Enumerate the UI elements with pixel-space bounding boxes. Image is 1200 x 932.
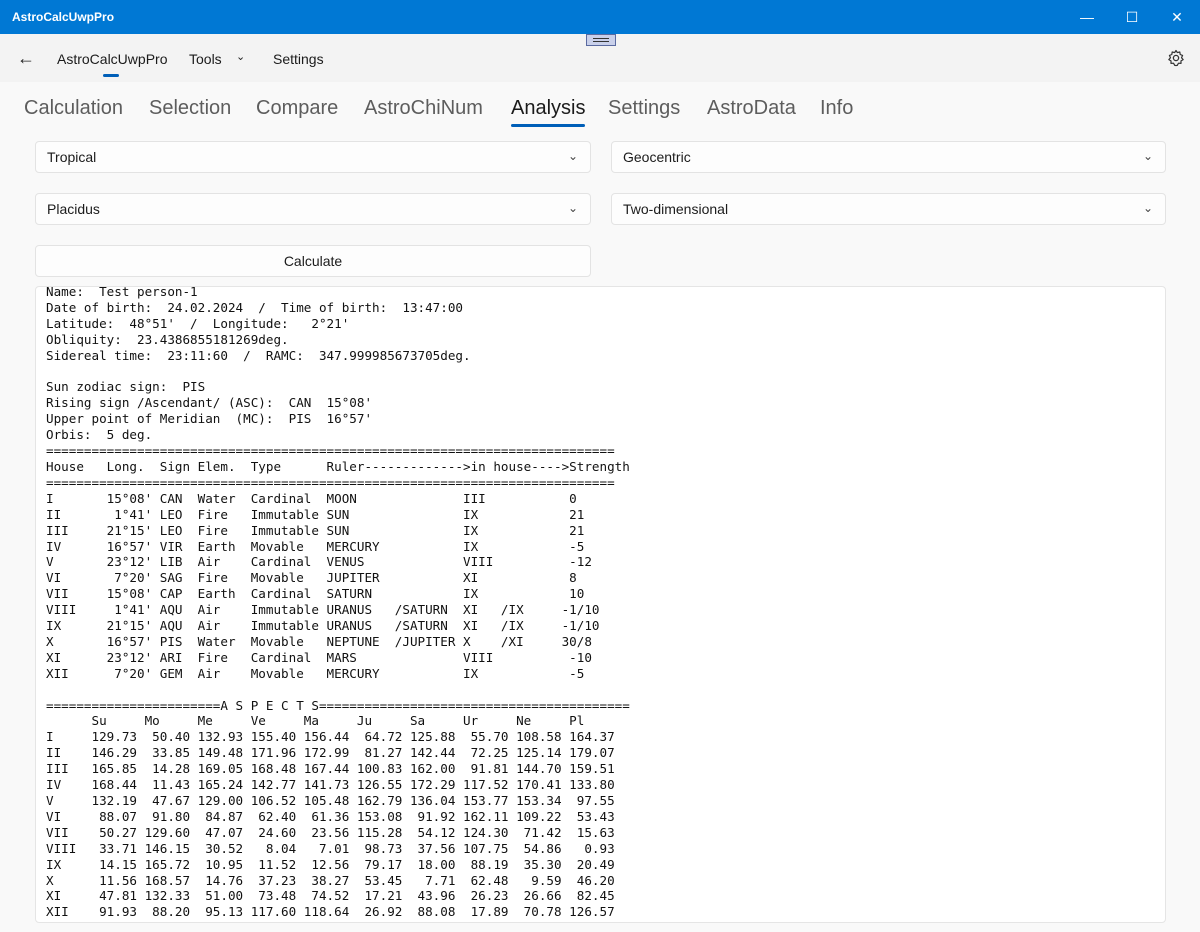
output-line: ========================================… [46, 474, 615, 490]
tab-info[interactable]: Info [820, 97, 853, 120]
nav-item-tools[interactable]: Tools [189, 51, 222, 67]
output-line: V 23°12' LIB Air Cardinal VENUS VIII -12 [46, 554, 592, 570]
output-line: I 129.73 50.40 132.93 155.40 156.44 64.7… [46, 729, 615, 745]
output-line: VII 15°08' CAP Earth Cardinal SATURN IX … [46, 586, 585, 602]
analysis-output[interactable]: Name: Test person-1 Date of birth: 24.02.… [35, 286, 1166, 923]
output-line: Obliquity: 23.4386855181269deg. [46, 331, 289, 347]
output-line: VII 50.27 129.60 47.07 24.60 23.56 115.2… [46, 824, 615, 840]
dimension-dropdown[interactable]: Two-dimensional ⌄ [611, 193, 1166, 225]
analysis-text: Name: Test person-1 Date of birth: 24.02.… [46, 286, 630, 920]
chevron-down-icon[interactable]: ⌄ [236, 50, 245, 63]
nav-item-main[interactable]: AstroCalcUwpPro [57, 51, 167, 67]
tab-astrodata[interactable]: AstroData [707, 97, 796, 120]
drag-handle-icon[interactable] [586, 34, 616, 46]
centric-value: Geocentric [623, 149, 691, 165]
output-line: III 21°15' LEO Fire Immutable SUN IX 21 [46, 522, 585, 538]
tab-selection-indicator [511, 124, 585, 127]
maximize-button[interactable]: ☐ [1109, 0, 1155, 34]
output-line: VI 88.07 91.80 84.87 62.40 61.36 153.08 … [46, 808, 615, 824]
zodiac-value: Tropical [47, 149, 97, 165]
output-line: V 132.19 47.67 129.00 106.52 105.48 162.… [46, 793, 615, 808]
output-line: IX 21°15' AQU Air Immutable URANUS /SATU… [46, 618, 600, 634]
output-line: VI 7°20' SAG Fire Movable JUPITER XI 8 [46, 570, 577, 586]
output-line: Orbis: 5 deg. [46, 427, 153, 443]
output-line: IV 16°57' VIR Earth Movable MERCURY IX -… [46, 538, 585, 554]
output-line: X 11.56 168.57 14.76 37.23 38.27 53.45 7… [46, 872, 615, 888]
chevron-down-icon: ⌄ [567, 149, 578, 163]
output-line: XII 91.93 88.20 95.13 117.60 118.64 26.9… [46, 904, 615, 920]
output-line: XII 7°20' GEM Air Movable MERCURY IX -5 [46, 665, 585, 681]
calculate-button[interactable]: Calculate [35, 245, 591, 277]
output-line: Sun zodiac sign: PIS [46, 379, 206, 395]
output-line: Rising sign /Ascendant/ (ASC): CAN 15°08… [46, 395, 373, 411]
output-line: XI 23°12' ARI Fire Cardinal MARS VIII -1… [46, 649, 592, 665]
tab-analysis[interactable]: Analysis [511, 97, 585, 120]
output-line: House Long. Sign Elem. Type Ruler-------… [46, 458, 630, 474]
dimension-value: Two-dimensional [623, 201, 729, 217]
output-line: Upper point of Meridian (MC): PIS 16°57' [46, 411, 373, 427]
tab-calculation[interactable]: Calculation [24, 97, 123, 120]
nav-item-settings[interactable]: Settings [273, 51, 324, 67]
output-line: Latitude: 48°51' / Longitude: 2°21' [46, 315, 350, 331]
chevron-down-icon: ⌄ [567, 201, 578, 215]
house-system-dropdown[interactable]: Placidus ⌄ [35, 193, 591, 225]
output-line: Date of birth: 24.02.2024 / Time of birt… [46, 299, 464, 315]
output-line: I 15°08' CAN Water Cardinal MOON III 0 [46, 490, 577, 506]
zodiac-dropdown[interactable]: Tropical ⌄ [35, 141, 591, 173]
nav-selection-indicator [103, 74, 119, 77]
output-line: X 16°57' PIS Water Movable NEPTUNE /JUPI… [46, 633, 592, 649]
output-line: II 146.29 33.85 149.48 171.96 172.99 81.… [46, 745, 615, 761]
output-line: XI 47.81 132.33 51.00 73.48 74.52 17.21 … [46, 888, 615, 904]
gear-icon[interactable] [1166, 48, 1186, 68]
chevron-down-icon: ⌄ [1142, 201, 1153, 215]
tab-settings[interactable]: Settings [608, 97, 680, 120]
output-line: IX 14.15 165.72 10.95 11.52 12.56 79.17 … [46, 856, 615, 872]
output-line: III 165.85 14.28 169.05 168.48 167.44 10… [46, 761, 615, 777]
minimize-button[interactable]: — [1064, 0, 1110, 34]
centric-dropdown[interactable]: Geocentric ⌄ [611, 141, 1166, 173]
tab-astrochinum[interactable]: AstroChiNum [364, 97, 483, 120]
window-title: AstroCalcUwpPro [12, 10, 115, 24]
output-line: Sidereal time: 23:11:60 / RAMC: 347.9999… [46, 347, 471, 363]
output-line: IV 168.44 11.43 165.24 142.77 141.73 126… [46, 777, 615, 793]
title-bar: AstroCalcUwpPro — ☐ ✕ [0, 0, 1200, 34]
tab-compare[interactable]: Compare [256, 97, 338, 120]
chevron-down-icon: ⌄ [1142, 149, 1153, 163]
output-line: Su Mo Me Ve Ma Ju Sa Ur Ne Pl [46, 713, 585, 729]
output-line: =======================A S P E C T S====… [46, 697, 630, 713]
main-content: Calculation Selection Compare AstroChiNu… [0, 82, 1200, 932]
house-system-value: Placidus [47, 201, 100, 217]
tab-selection[interactable]: Selection [149, 97, 231, 120]
output-line: ========================================… [46, 443, 615, 459]
output-line: Name: Test person-1 [46, 286, 198, 299]
back-button[interactable]: ← [14, 46, 38, 70]
output-line: VIII 33.71 146.15 30.52 8.04 7.01 98.73 … [46, 840, 615, 856]
output-line: II 1°41' LEO Fire Immutable SUN IX 21 [46, 506, 585, 522]
close-button[interactable]: ✕ [1154, 0, 1200, 34]
output-line: VIII 1°41' AQU Air Immutable URANUS /SAT… [46, 602, 600, 618]
